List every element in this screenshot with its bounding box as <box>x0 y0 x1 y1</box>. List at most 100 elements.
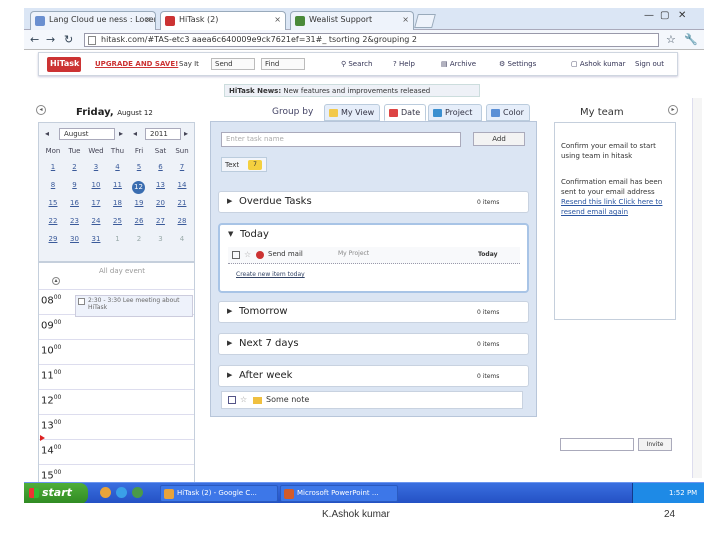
help-link[interactable]: ? Help <box>393 60 415 68</box>
group-tomorrow[interactable]: ▶ Tomorrow 0 items <box>218 301 529 323</box>
calendar-day[interactable]: 9 <box>65 181 85 189</box>
calendar-day[interactable]: 11 <box>108 181 128 189</box>
invite-email-input[interactable] <box>560 438 634 451</box>
clock[interactable]: 1:52 PM <box>669 489 697 497</box>
expand-arrow-icon[interactable]: ▶ <box>227 197 232 205</box>
calendar-day[interactable]: 22 <box>43 217 63 225</box>
hour-row[interactable]: 1400 <box>39 439 194 463</box>
browser-tab-hitask[interactable]: HiTask (2) × <box>160 11 286 30</box>
settings-link[interactable]: ⚙ Settings <box>499 60 536 68</box>
calendar-day[interactable]: 15 <box>43 199 63 207</box>
calendar-day[interactable]: 2 <box>65 163 85 171</box>
calendar-day[interactable]: 2 <box>129 235 149 243</box>
calendar-day[interactable]: 12 <box>132 181 145 194</box>
calendar-day[interactable]: 7 <box>172 163 192 171</box>
calendar-day[interactable]: 27 <box>151 217 171 225</box>
prev-year-icon[interactable]: ◂ <box>133 129 137 138</box>
calendar-day[interactable]: 29 <box>43 235 63 243</box>
bookmark-star-icon[interactable]: ☆ <box>666 33 676 46</box>
group-overdue[interactable]: ▶ Overdue Tasks 0 items <box>218 191 529 213</box>
say-send-field[interactable]: Send <box>211 58 255 70</box>
hour-row[interactable]: 1300 <box>39 414 194 438</box>
calendar-day[interactable]: 5 <box>129 163 149 171</box>
address-bar[interactable]: hitask.com/#TAS-etc3 aaea6c640009e9ck762… <box>84 33 659 47</box>
add-button[interactable]: Add <box>473 132 525 146</box>
group-today[interactable]: ▼ Today ☆ Send mail My Project Today Cre… <box>218 223 529 293</box>
wrench-icon[interactable]: 🔧 <box>684 33 698 46</box>
upgrade-link[interactable]: UPGRADE AND SAVE! <box>95 60 178 68</box>
hour-row[interactable]: 1200 <box>39 389 194 413</box>
calendar-day[interactable]: 23 <box>65 217 85 225</box>
calendar-day[interactable]: 30 <box>65 235 85 243</box>
say-find-field[interactable]: Find <box>261 58 305 70</box>
hitask-logo[interactable]: HiTask <box>47 57 81 72</box>
calendar-day[interactable]: 28 <box>172 217 192 225</box>
new-tab-button[interactable] <box>414 14 436 28</box>
note-checkbox[interactable] <box>228 396 236 404</box>
media-launch-icon[interactable] <box>132 487 143 498</box>
calendar-day[interactable]: 24 <box>86 217 106 225</box>
calendar-day[interactable]: 3 <box>151 235 171 243</box>
minimize-icon[interactable]: — <box>644 10 654 21</box>
calendar-day[interactable]: 21 <box>172 199 192 207</box>
tab-project[interactable]: Project <box>428 104 482 121</box>
group-after-week[interactable]: ▶ After week 0 items <box>218 365 529 387</box>
text-tab[interactable]: Text 7 <box>221 157 267 172</box>
forward-icon[interactable]: → <box>46 33 55 46</box>
reload-icon[interactable]: ↻ <box>64 33 73 46</box>
star-icon[interactable]: ☆ <box>244 250 251 259</box>
task-name-input[interactable]: Enter task name <box>221 132 461 147</box>
browser-tab-lang[interactable]: Lang Cloud ue ness : Locen × <box>30 11 156 30</box>
note-row[interactable]: ☆ Some note <box>221 391 523 409</box>
calendar-day[interactable]: 13 <box>151 181 171 189</box>
hour-row[interactable]: 1100 <box>39 364 194 388</box>
calendar-day[interactable]: 4 <box>172 235 192 243</box>
search-link[interactable]: ⚲ Search <box>341 60 372 68</box>
calendar-day[interactable]: 20 <box>151 199 171 207</box>
close-tab-icon[interactable]: × <box>402 15 409 24</box>
ie-launch-icon[interactable] <box>116 487 127 498</box>
resend-link[interactable]: Resend this link Click here to resend em… <box>561 197 673 217</box>
task-row[interactable]: ☆ Send mail My Project Today <box>228 247 520 264</box>
close-window-icon[interactable]: ✕ <box>678 10 686 21</box>
calendar-day[interactable]: 1 <box>108 235 128 243</box>
task-checkbox[interactable] <box>232 251 240 259</box>
collapse-right-icon[interactable]: ▸ <box>668 105 678 115</box>
tab-date[interactable]: Date <box>384 104 426 121</box>
hour-row[interactable]: 0900 <box>39 314 194 338</box>
calendar-day[interactable]: 4 <box>108 163 128 171</box>
next-month-icon[interactable]: ▸ <box>119 129 123 138</box>
create-item-link[interactable]: Create new item today <box>236 271 305 278</box>
invite-button[interactable]: Invite <box>638 438 672 451</box>
year-select[interactable]: 2011 <box>145 128 181 140</box>
calendar-day[interactable]: 19 <box>129 199 149 207</box>
browser-tab-wealist[interactable]: Wealist Support × <box>290 11 414 30</box>
start-button[interactable]: start <box>24 483 88 503</box>
calendar-day[interactable]: 14 <box>172 181 192 189</box>
calendar-day[interactable]: 1 <box>43 163 63 171</box>
tab-my-view[interactable]: My View <box>324 104 380 121</box>
group-next-7-days[interactable]: ▶ Next 7 days 0 items <box>218 333 529 355</box>
collapse-left-icon[interactable]: ◂ <box>36 105 46 115</box>
user-name[interactable]: ▢ Ashok kumar <box>571 60 626 68</box>
calendar-day[interactable]: 3 <box>86 163 106 171</box>
calendar-day[interactable]: 26 <box>129 217 149 225</box>
month-select[interactable]: August <box>59 128 115 140</box>
news-bar[interactable]: HiTask News: New features and improvemen… <box>224 84 480 97</box>
close-tab-icon[interactable]: × <box>274 15 281 24</box>
back-icon[interactable]: ← <box>30 33 39 46</box>
calendar-day[interactable]: 10 <box>86 181 106 189</box>
calendar-day[interactable]: 25 <box>108 217 128 225</box>
close-tab-icon[interactable]: × <box>144 15 151 24</box>
calendar-day[interactable]: 18 <box>108 199 128 207</box>
calendar-day[interactable]: 6 <box>151 163 171 171</box>
calendar-day[interactable]: 8 <box>43 181 63 189</box>
prev-month-icon[interactable]: ◂ <box>45 129 49 138</box>
collapse-arrow-icon[interactable]: ▼ <box>228 230 233 238</box>
chrome-launch-icon[interactable] <box>100 487 111 498</box>
calendar-day[interactable]: 16 <box>65 199 85 207</box>
star-icon[interactable]: ☆ <box>240 395 247 404</box>
maximize-icon[interactable]: ▢ <box>660 10 669 21</box>
taskbar-item-powerpoint[interactable]: Microsoft PowerPoint ... <box>280 485 398 502</box>
archive-link[interactable]: ▤ Archive <box>441 60 476 68</box>
